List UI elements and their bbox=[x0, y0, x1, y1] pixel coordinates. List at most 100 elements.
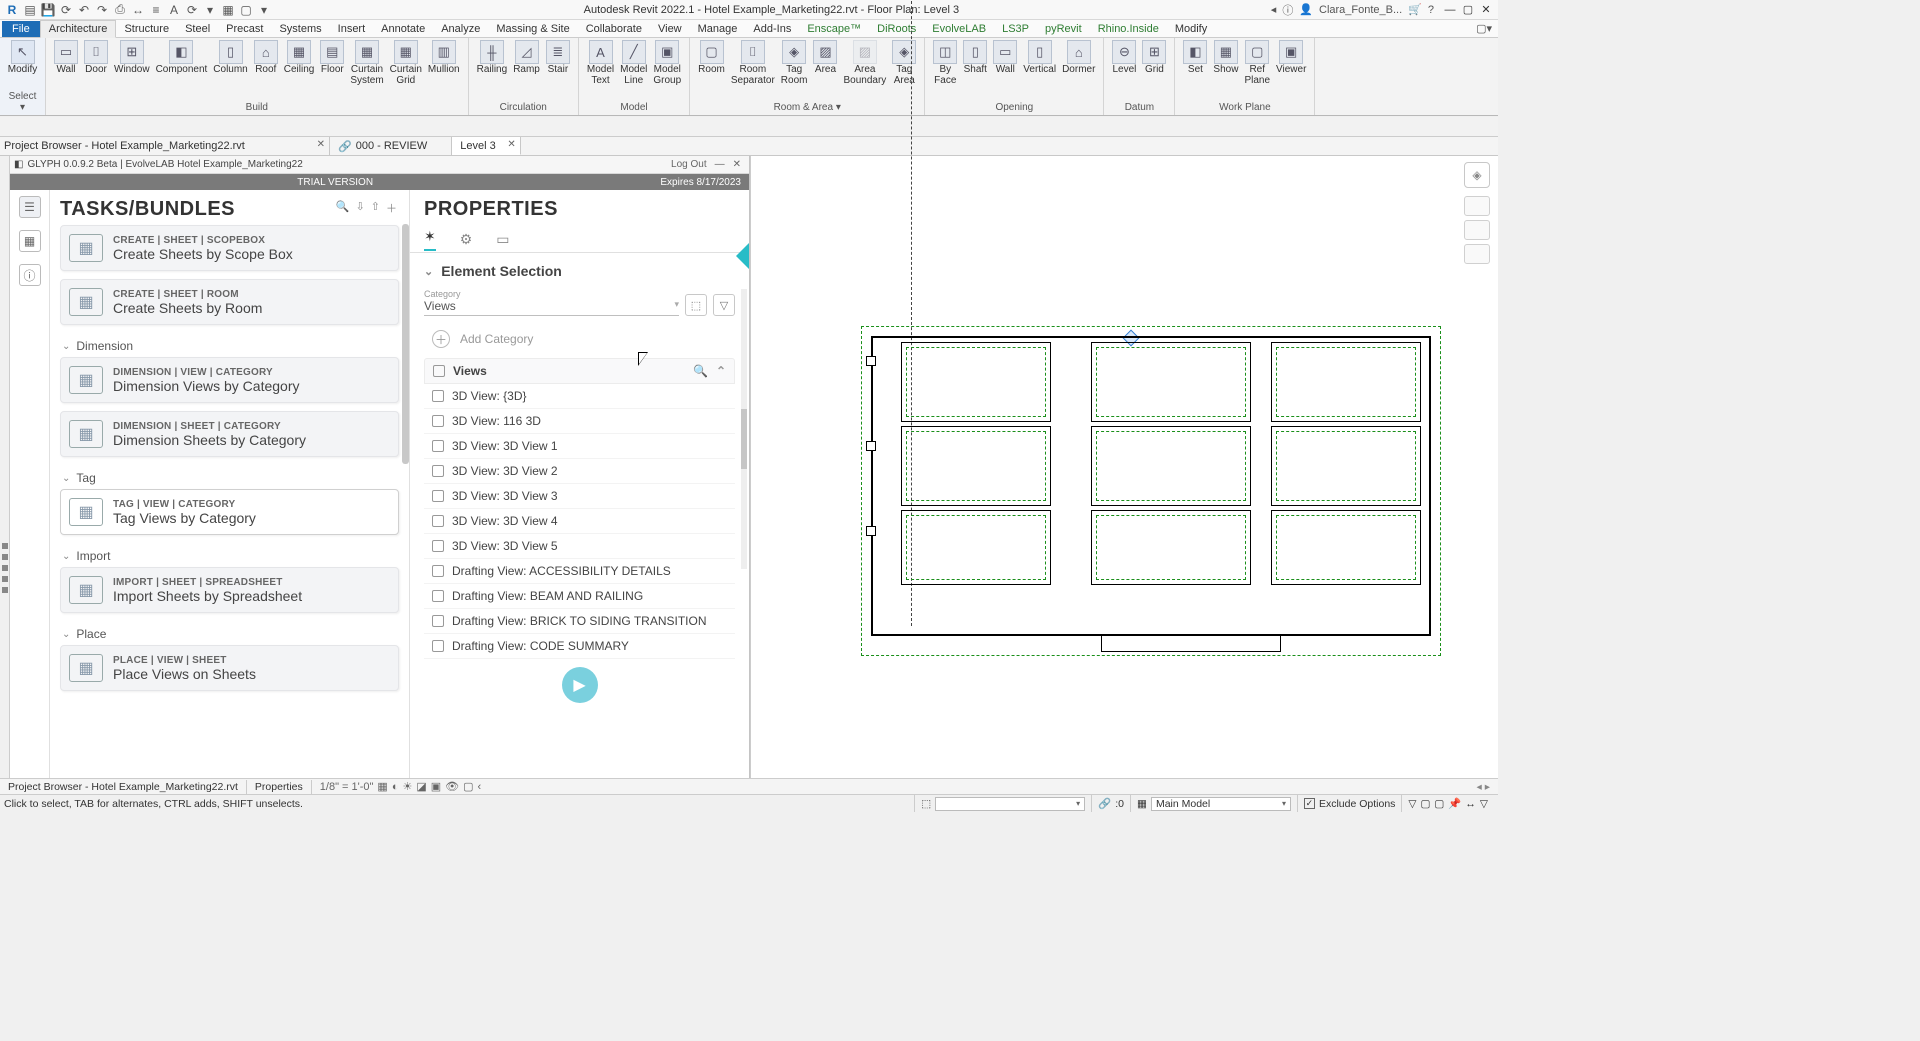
checkbox[interactable] bbox=[432, 515, 444, 527]
ribbon-button[interactable]: ◈TagRoom bbox=[779, 40, 810, 100]
file-tab[interactable]: File bbox=[2, 21, 40, 37]
prop-tab-card-icon[interactable]: ▭ bbox=[496, 231, 509, 248]
tab-precast[interactable]: Precast bbox=[218, 21, 271, 37]
nav-grid-icon[interactable]: ▦ bbox=[19, 230, 41, 252]
checkbox[interactable]: ✓ bbox=[1304, 798, 1315, 809]
view-list-item[interactable]: 3D View: {3D} bbox=[424, 384, 735, 409]
task-card[interactable]: ▦CREATE | SHEET | ROOMCreate Sheets by R… bbox=[60, 279, 399, 325]
sync-icon[interactable]: ⟳ bbox=[58, 2, 74, 18]
add-icon[interactable]: ＋ bbox=[386, 200, 397, 216]
ribbon-button[interactable]: ╱ModelLine bbox=[618, 40, 649, 100]
ribbon-button[interactable]: ⊞Grid bbox=[1140, 40, 1168, 100]
tab-collaborate[interactable]: Collaborate bbox=[578, 21, 650, 37]
view-list-item[interactable]: 3D View: 3D View 3 bbox=[424, 484, 735, 509]
filter2-icon[interactable]: ▽ bbox=[1480, 798, 1488, 810]
filter-icon[interactable]: ▽ bbox=[713, 294, 735, 316]
cart-icon[interactable]: 🛒 bbox=[1408, 3, 1422, 16]
tab-modify[interactable]: Modify bbox=[1167, 21, 1215, 37]
ribbon-button[interactable]: ◫ByFace bbox=[931, 40, 959, 100]
ribbon-button[interactable]: ▥Mullion bbox=[426, 40, 462, 100]
checkbox[interactable] bbox=[432, 415, 444, 427]
checkbox[interactable] bbox=[432, 490, 444, 502]
ribbon-button[interactable]: ⌂Dormer bbox=[1060, 40, 1097, 100]
logout-link[interactable]: Log Out bbox=[667, 159, 711, 170]
ribbon-button[interactable]: ▯Vertical bbox=[1021, 40, 1058, 100]
ribbon-button[interactable]: ▦Show bbox=[1211, 40, 1240, 100]
chevron-up-icon[interactable]: ⌃ bbox=[716, 364, 726, 378]
open-icon[interactable]: ▤ bbox=[22, 2, 38, 18]
ribbon-button[interactable]: ╫Railing bbox=[475, 40, 510, 100]
shadows-icon[interactable]: ◪ bbox=[416, 780, 426, 793]
checkbox[interactable] bbox=[432, 590, 444, 602]
tab-evolvelab[interactable]: EvolveLAB bbox=[924, 21, 994, 37]
view-list-item[interactable]: Drafting View: BEAM AND RAILING bbox=[424, 584, 735, 609]
align-icon[interactable]: ≡ bbox=[148, 2, 164, 18]
view-cube-icon[interactable]: ◈ bbox=[1464, 162, 1490, 188]
ribbon-button[interactable]: ⊖Level bbox=[1110, 40, 1138, 100]
checkbox[interactable] bbox=[432, 465, 444, 477]
scroll-arrows[interactable]: ◂ ▸ bbox=[1477, 781, 1498, 793]
ribbon-button[interactable]: ≣Stair bbox=[544, 40, 572, 100]
drawing-canvas[interactable]: ◈ bbox=[750, 156, 1498, 780]
tab-systems[interactable]: Systems bbox=[271, 21, 329, 37]
doctab-level3[interactable]: Level 3 ✕ bbox=[452, 137, 520, 155]
maximize-icon[interactable]: ▢ bbox=[1460, 2, 1476, 18]
ribbon-button[interactable]: ▦CurtainGrid bbox=[388, 40, 424, 100]
checkbox[interactable] bbox=[433, 365, 445, 377]
workset-select[interactable] bbox=[935, 797, 1085, 811]
reveal-icon[interactable]: ▢ bbox=[463, 780, 473, 793]
tab-insert[interactable]: Insert bbox=[330, 21, 374, 37]
save-icon[interactable]: 💾 bbox=[40, 2, 56, 18]
thin-lines-icon[interactable]: ▦ bbox=[220, 2, 236, 18]
tab-addins[interactable]: Add-Ins bbox=[745, 21, 799, 37]
add-category-button[interactable]: ＋ Add Category bbox=[424, 324, 735, 358]
drag-icon[interactable]: ↔ bbox=[1465, 798, 1476, 810]
ribbon-button[interactable]: ▢Room bbox=[696, 40, 727, 100]
task-card[interactable]: ▦CREATE | SHEET | SCOPEBOXCreate Sheets … bbox=[60, 225, 399, 271]
ribbon-button[interactable]: ⊞Window bbox=[112, 40, 152, 100]
view-list-item[interactable]: 3D View: 3D View 2 bbox=[424, 459, 735, 484]
view-list-item[interactable]: Drafting View: ACCESSIBILITY DETAILS bbox=[424, 559, 735, 584]
sun-path-icon[interactable]: ☀ bbox=[402, 780, 412, 793]
checkbox[interactable] bbox=[432, 440, 444, 452]
ribbon-button[interactable]: ◈TagArea bbox=[890, 40, 918, 100]
tab-pyrevit[interactable]: pyRevit bbox=[1037, 21, 1090, 37]
close-views-icon[interactable]: ▢ bbox=[238, 2, 254, 18]
ribbon-button[interactable]: ▣ModelGroup bbox=[651, 40, 683, 100]
help-icon[interactable]: ? bbox=[1428, 4, 1434, 16]
view-list-item[interactable]: Drafting View: BRICK TO SIDING TRANSITIO… bbox=[424, 609, 735, 634]
left-docked-palette[interactable] bbox=[0, 156, 10, 780]
3d-icon[interactable]: ⟳ bbox=[184, 2, 200, 18]
tab-structure[interactable]: Structure bbox=[116, 21, 177, 37]
checkbox[interactable] bbox=[432, 640, 444, 652]
ribbon-button[interactable]: ▨Area bbox=[811, 40, 839, 100]
user-icon[interactable]: 👤 bbox=[1299, 3, 1313, 16]
select-pinned-icon[interactable]: 📌 bbox=[1448, 797, 1461, 810]
view-list-item[interactable]: Drafting View: CODE SUMMARY bbox=[424, 634, 735, 659]
ribbon-button[interactable]: ▣Viewer bbox=[1274, 40, 1308, 100]
arrow-left-icon[interactable]: ◂ bbox=[1271, 3, 1277, 16]
view-list-item[interactable]: 3D View: 3D View 5 bbox=[424, 534, 735, 559]
task-card[interactable]: ▦IMPORT | SHEET | SPREADSHEETImport Shee… bbox=[60, 567, 399, 613]
prop-tab-selection-icon[interactable]: ✶ bbox=[424, 228, 436, 251]
view-list-item[interactable]: 3D View: 3D View 4 bbox=[424, 509, 735, 534]
close-icon[interactable]: ✕ bbox=[507, 139, 515, 150]
select-underlay-icon[interactable]: ▢ bbox=[1434, 798, 1444, 810]
section-header[interactable]: ⌄Tag bbox=[60, 465, 399, 489]
select-dropdown[interactable]: Select ▾ bbox=[6, 89, 39, 115]
selection-filters[interactable]: ▽ ▢ ▢ 📌 ↔ ▽ bbox=[1401, 795, 1494, 812]
ribbon-button[interactable]: ▯Shaft bbox=[961, 40, 989, 100]
user-name[interactable]: Clara_Fonte_B... bbox=[1319, 4, 1402, 16]
tab-annotate[interactable]: Annotate bbox=[373, 21, 433, 37]
checkbox[interactable] bbox=[432, 540, 444, 552]
nav-info-icon[interactable]: ⓘ bbox=[19, 264, 41, 286]
section-icon[interactable]: ▾ bbox=[202, 2, 218, 18]
undo-icon[interactable]: ↶ bbox=[76, 2, 92, 18]
checkbox[interactable] bbox=[432, 615, 444, 627]
worksets-area[interactable]: ⬚ bbox=[914, 795, 1091, 812]
tab-diroots[interactable]: DiRoots bbox=[869, 21, 924, 37]
hide-icon[interactable]: 👁 bbox=[445, 780, 459, 793]
close-icon[interactable]: ✕ bbox=[317, 139, 325, 150]
modify-button[interactable]: ↖ Modify bbox=[6, 40, 39, 89]
upload-icon[interactable]: ⇧ bbox=[371, 200, 380, 216]
